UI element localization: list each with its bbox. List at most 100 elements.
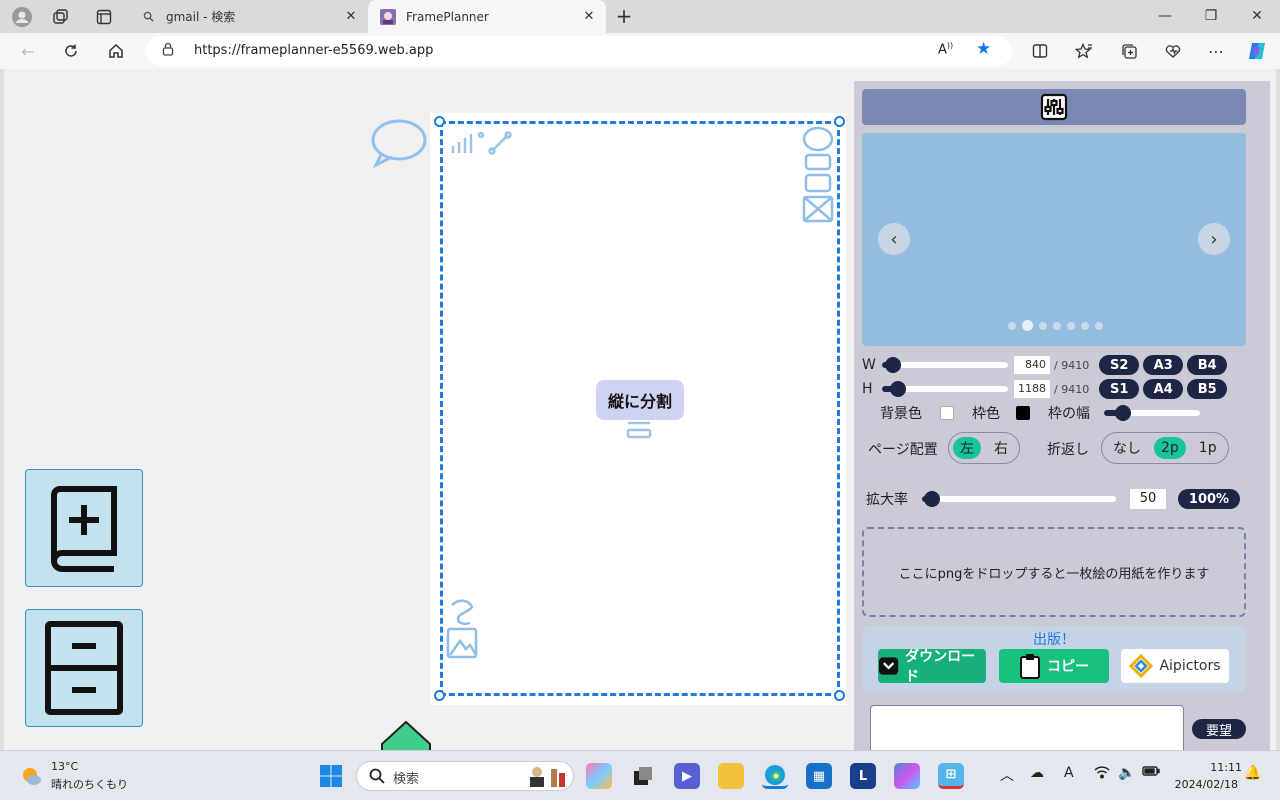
tab-gmail-search[interactable]: gmail - 検索 ✕ bbox=[128, 0, 368, 33]
file-explorer-icon[interactable] bbox=[718, 763, 744, 789]
restore-button[interactable]: ❐ bbox=[1188, 4, 1234, 28]
address-bar[interactable]: https://frameplanner-e5569.web.app A)) ★ bbox=[146, 36, 1012, 66]
width-row: W 840 / 9410 S2 A3 B4 bbox=[862, 355, 1228, 375]
favorites-icon[interactable] bbox=[1071, 38, 1097, 64]
frame-width-slider[interactable] bbox=[1104, 405, 1200, 421]
carousel-dot[interactable] bbox=[1067, 321, 1075, 330]
bg-color-swatch[interactable] bbox=[940, 406, 954, 420]
resize-handle-top-left[interactable] bbox=[434, 116, 445, 127]
back-icon[interactable]: ← bbox=[15, 38, 41, 64]
store-icon[interactable]: ▦ bbox=[806, 763, 832, 789]
next-page-arrow[interactable] bbox=[380, 720, 432, 750]
close-tab-icon[interactable]: ✕ bbox=[578, 9, 600, 24]
url-text: https://frameplanner-e5569.web.app bbox=[194, 43, 434, 58]
copy-button[interactable]: コピー bbox=[999, 649, 1109, 683]
height-slider[interactable] bbox=[882, 381, 1008, 397]
start-button[interactable] bbox=[318, 763, 344, 789]
lock-icon[interactable] bbox=[162, 42, 174, 60]
collections-icon[interactable] bbox=[1116, 38, 1142, 64]
frame-color-swatch[interactable] bbox=[1016, 406, 1030, 420]
resize-handle-top-right[interactable] bbox=[834, 116, 845, 127]
profile-icon[interactable] bbox=[11, 6, 33, 28]
chevron-up-icon[interactable]: ︿ bbox=[1000, 765, 1014, 785]
clock-time[interactable]: 11:11 bbox=[1194, 761, 1242, 774]
carousel-dot[interactable] bbox=[1053, 321, 1061, 330]
wrap-option-1[interactable]: 2p bbox=[1154, 437, 1186, 459]
search-highlight-icon bbox=[525, 765, 569, 791]
preset-button-row2-a4[interactable]: A4 bbox=[1143, 379, 1184, 399]
carousel-dot[interactable] bbox=[1039, 321, 1047, 330]
aipictors-button[interactable]: Aipictors bbox=[1121, 649, 1229, 683]
carousel-dot[interactable] bbox=[1095, 321, 1103, 330]
zoom-reset-button[interactable]: 100% bbox=[1178, 489, 1240, 509]
carousel-next-icon[interactable]: › bbox=[1198, 223, 1230, 255]
zoom-input[interactable]: 50 bbox=[1130, 489, 1166, 509]
wifi-icon[interactable] bbox=[1094, 765, 1110, 783]
new-book-button[interactable] bbox=[25, 469, 143, 587]
preset-button-row2-s1[interactable]: S1 bbox=[1099, 379, 1140, 399]
clock-date[interactable]: 2024/02/18 bbox=[1172, 778, 1238, 791]
volume-icon[interactable]: 🔈 bbox=[1118, 765, 1135, 781]
minimize-button[interactable]: — bbox=[1142, 4, 1188, 28]
new-tab-button[interactable]: + bbox=[612, 5, 636, 29]
close-tab-icon[interactable]: ✕ bbox=[340, 9, 362, 24]
split-tool-icon[interactable] bbox=[624, 419, 654, 445]
tab-frameplanner[interactable]: FramePlanner ✕ bbox=[368, 0, 606, 33]
workspaces-icon[interactable] bbox=[50, 6, 72, 28]
preset-button-row1-s2[interactable]: S2 bbox=[1099, 355, 1140, 375]
copilot-pre-app-icon[interactable] bbox=[586, 763, 612, 789]
wrap-option-2[interactable]: 1p bbox=[1192, 437, 1224, 459]
download-button[interactable]: ダウンロード bbox=[878, 649, 986, 685]
copilot-icon[interactable] bbox=[1244, 38, 1270, 64]
preset-button-row1-a3[interactable]: A3 bbox=[1143, 355, 1184, 375]
tab-actions-icon[interactable] bbox=[93, 6, 115, 28]
split-vertical-button[interactable]: 縦に分割 bbox=[596, 380, 684, 420]
weather-icon[interactable] bbox=[20, 765, 42, 791]
storage-cabinet-button[interactable] bbox=[25, 609, 143, 727]
resize-handle-bottom-left[interactable] bbox=[434, 690, 445, 701]
onedrive-icon[interactable]: ☁ bbox=[1030, 765, 1044, 781]
resize-handle-bottom-right[interactable] bbox=[834, 690, 845, 701]
m365-icon[interactable] bbox=[894, 763, 920, 789]
preset-button-row1-b4[interactable]: B4 bbox=[1187, 355, 1228, 375]
ime-indicator[interactable]: A bbox=[1064, 765, 1074, 781]
page-layout-option-1[interactable]: 右 bbox=[987, 437, 1015, 459]
template-carousel[interactable]: ‹ › bbox=[862, 133, 1246, 346]
width-input[interactable]: 840 bbox=[1014, 356, 1050, 374]
frameplanner-app-icon[interactable]: ⊞ bbox=[938, 763, 964, 789]
wrap-option-0[interactable]: なし bbox=[1106, 437, 1148, 459]
carousel-prev-icon[interactable]: ‹ bbox=[878, 223, 910, 255]
zoom-slider[interactable] bbox=[922, 491, 1116, 507]
preset-button-row2-b5[interactable]: B5 bbox=[1187, 379, 1228, 399]
width-slider[interactable] bbox=[882, 357, 1008, 373]
panel-header[interactable] bbox=[862, 89, 1246, 125]
edge-icon[interactable] bbox=[762, 763, 788, 789]
settings-panel: ‹ › W 840 / 9410 S2 A3 B4 H 1188 / 9410 S1… bbox=[854, 81, 1270, 750]
split-screen-icon[interactable] bbox=[1027, 38, 1053, 64]
notification-bell-icon[interactable]: 🔔 bbox=[1244, 765, 1261, 781]
teams-icon[interactable]: ▶ bbox=[674, 763, 700, 789]
height-input[interactable]: 1188 bbox=[1014, 380, 1050, 398]
taskbar-search[interactable]: 検索 bbox=[356, 761, 574, 791]
close-window-button[interactable]: ✕ bbox=[1234, 4, 1280, 28]
speech-bubble-icon[interactable] bbox=[368, 117, 428, 173]
carousel-dot[interactable] bbox=[1008, 321, 1016, 330]
carousel-dot[interactable] bbox=[1022, 320, 1033, 331]
page-layout-option-0[interactable]: 左 bbox=[953, 437, 981, 459]
download-label: ダウンロード bbox=[905, 649, 976, 685]
favorite-star-icon[interactable]: ★ bbox=[976, 39, 991, 59]
png-drop-zone[interactable]: ここにpngをドロップすると一枚絵の用紙を作ります bbox=[862, 527, 1246, 617]
sliders-icon bbox=[1040, 93, 1068, 121]
refresh-icon[interactable] bbox=[58, 38, 84, 64]
request-textarea[interactable] bbox=[870, 705, 1184, 750]
browser-essentials-icon[interactable] bbox=[1160, 38, 1186, 64]
task-view-icon[interactable] bbox=[630, 763, 656, 789]
request-button[interactable]: 要望 bbox=[1192, 719, 1246, 739]
battery-icon[interactable] bbox=[1142, 765, 1160, 781]
l-app-icon[interactable]: L bbox=[850, 763, 876, 789]
carousel-dot[interactable] bbox=[1081, 321, 1089, 330]
home-icon[interactable] bbox=[103, 38, 129, 64]
color-row: 背景色 枠色 枠の幅 bbox=[880, 403, 1200, 423]
read-aloud-icon[interactable]: A)) bbox=[938, 41, 953, 57]
more-menu-icon[interactable]: ⋯ bbox=[1203, 38, 1229, 64]
